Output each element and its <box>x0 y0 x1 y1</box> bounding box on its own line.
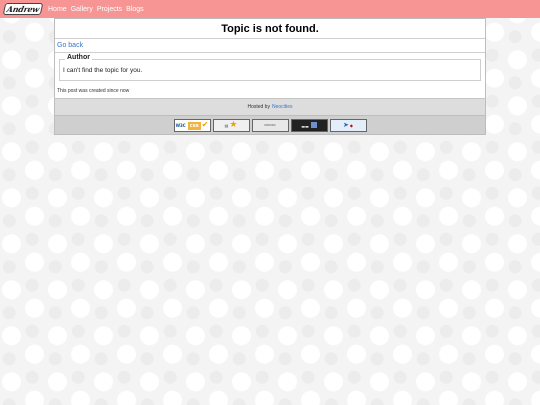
get-firefox-badge[interactable]: ▭▭▭ <box>251 118 289 132</box>
hosted-by-bar: Hosted by Neocities <box>55 98 485 115</box>
nav-home[interactable]: Home <box>48 6 67 13</box>
microsoft-ie-badge[interactable]: ▬▬ <box>290 118 328 132</box>
new-badge[interactable]: ➤◆ <box>329 118 367 132</box>
w3c-css-icon: W3C css ✔ <box>175 119 209 130</box>
author-legend: Author <box>65 54 92 61</box>
main-nav: Home Gallery Projects Blogs <box>48 6 148 13</box>
logo-text: Andrew <box>5 4 41 14</box>
new-arrow-icon: ➤◆ <box>343 120 353 129</box>
neocities-star-icon: ▤★ <box>224 119 238 130</box>
neocities-link[interactable]: Neocities <box>272 104 293 110</box>
site-logo[interactable]: Andrew <box>2 3 44 15</box>
page-title: Topic is not found. <box>55 19 485 39</box>
ie-icon: ▬▬ <box>301 121 317 129</box>
topic-panel: Topic is not found. Go back Author I can… <box>54 18 486 135</box>
go-back-link[interactable]: Go back <box>57 42 485 49</box>
divider <box>55 52 485 53</box>
badge-strip: W3C css ✔ ▤★ ▭▭▭ ▬▬ ➤◆ <box>55 115 485 134</box>
nav-blogs[interactable]: Blogs <box>126 6 144 13</box>
firefox-icon: ▭▭▭ <box>264 122 276 127</box>
hosted-by-label: Hosted by <box>247 104 270 110</box>
top-navigation-bar: Andrew Home Gallery Projects Blogs <box>0 0 540 18</box>
nav-gallery[interactable]: Gallery <box>71 6 93 13</box>
post-created-text: This post was created since now <box>57 88 130 94</box>
hosted-by-neocities-badge[interactable]: ▤★ <box>212 118 250 132</box>
nav-projects[interactable]: Projects <box>97 6 122 13</box>
author-fieldset: Author I can't find the topic for you. <box>59 54 481 81</box>
not-found-message: I can't find the topic for you. <box>63 67 143 74</box>
w3c-css-badge[interactable]: W3C css ✔ <box>173 118 211 132</box>
